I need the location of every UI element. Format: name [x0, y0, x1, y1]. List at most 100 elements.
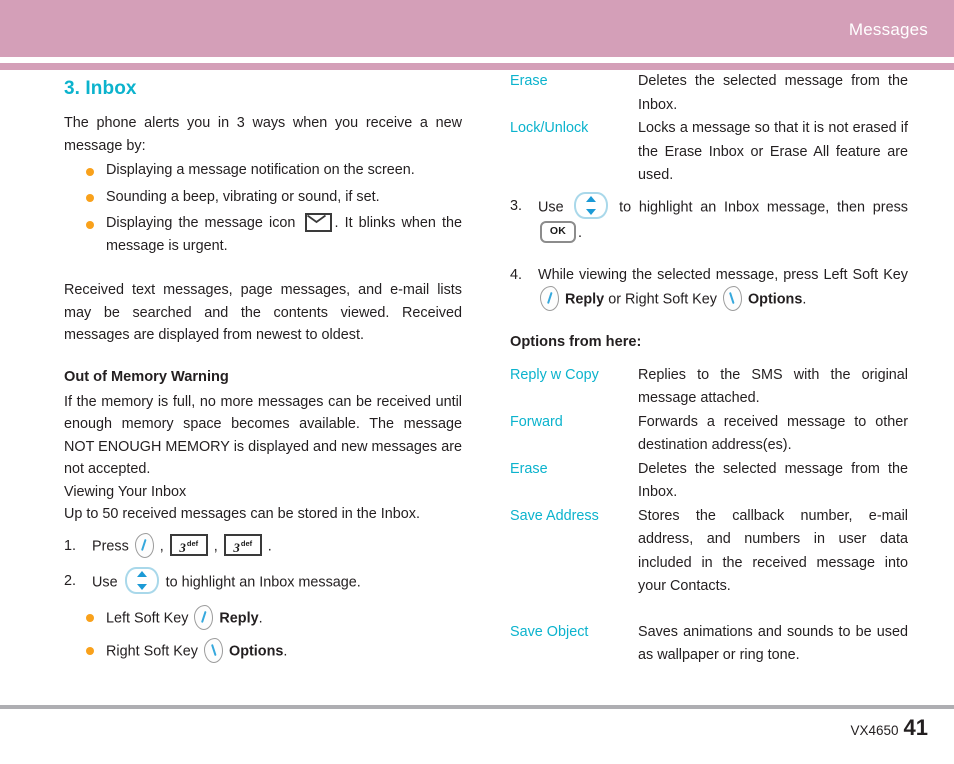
soft-key-left-icon [134, 532, 154, 558]
step-comma: , [213, 537, 218, 554]
bullet-text: Displaying a message notification on the… [106, 162, 415, 178]
page-header-band [0, 0, 954, 57]
envelope-flap-shape [306, 214, 326, 223]
key-letters: def [240, 539, 253, 548]
step-text-mid: or Right Soft Key [608, 290, 717, 307]
step-4: 4. While viewing the selected message, p… [510, 263, 908, 312]
step-2: 2. Use to highlight an Inbox message. [64, 566, 462, 596]
key-digit: 3 [179, 539, 186, 555]
soft-key-left-icon [194, 604, 214, 630]
soft-key-mark [141, 538, 148, 552]
definition-row: Reply w Copy Replies to the SMS with the… [510, 364, 908, 411]
bullet-text-before-icon: Displaying the message icon [106, 215, 296, 231]
ok-key-label: OK [549, 224, 567, 237]
soft-key-mark [200, 610, 207, 624]
soft-key-mark [729, 291, 736, 305]
out-of-memory-paragraph: If the memory is full, no more messages … [64, 393, 462, 478]
step-1: 1. Press , 3def , 3def . [64, 532, 462, 559]
option-term: Lock/Unlock [510, 120, 589, 136]
bullet-dot-icon [86, 647, 94, 655]
soft-key-mark [546, 291, 553, 305]
key-digit: 3 [233, 539, 240, 555]
option-description: Deletes the selected message from the In… [638, 73, 908, 113]
header-accent-rule [0, 63, 954, 70]
list-item: Sounding a beep, vibrating or sound, if … [64, 186, 462, 209]
option-description: Forwards a received message to other des… [638, 413, 908, 454]
step-text-before: Use [92, 573, 118, 590]
option-term: Save Object [510, 623, 589, 640]
options-definition-list: Reply w Copy Replies to the SMS with the… [510, 364, 908, 668]
option-term: Erase [510, 460, 548, 477]
left-column: 3. Inbox The phone alerts you in 3 ways … [64, 70, 462, 668]
option-term: Save Address [510, 507, 599, 524]
device-model: VX4650 [850, 723, 899, 738]
page-header-title: Messages [848, 20, 928, 39]
option-term: Forward [510, 413, 563, 430]
list-item: Displaying a message notification on the… [64, 159, 462, 182]
right-column: Erase Deletes the selected message from … [510, 70, 908, 668]
soft-key-left-icon [540, 285, 559, 311]
bullet-dot-icon [86, 614, 94, 622]
option-description: Saves animations and sounds to be used a… [638, 623, 908, 664]
soft-key-action-right: Options [747, 290, 803, 307]
soft-key-right-icon [722, 285, 742, 311]
step-number: 2. [64, 572, 77, 589]
step-text-after: . [578, 224, 582, 241]
soft-key-label: Right Soft Key [106, 642, 198, 659]
soft-key-action-left: Reply [565, 290, 605, 307]
step-comma: , [159, 537, 164, 554]
definition-row: Erase Deletes the selected message from … [510, 458, 908, 505]
top-options-definition-list: Erase Deletes the selected message from … [510, 70, 908, 188]
out-of-memory-subheading: Out of Memory Warning [64, 368, 229, 385]
received-messages-paragraph: Received text messages, page messages, a… [64, 282, 462, 343]
list-item: Left Soft Key Reply. [64, 604, 462, 631]
options-from-here-subheading: Options from here: [510, 333, 642, 350]
bullet-dot-icon [86, 194, 94, 202]
bullet-dot-icon [86, 220, 94, 229]
key-3-def-icon: 3def [223, 534, 262, 556]
key-3-def-icon: 3def [169, 534, 208, 556]
step-text-after: to highlight an Inbox message. [165, 573, 361, 590]
nav-up-down-icon [124, 566, 159, 594]
key-letters: def [186, 539, 199, 548]
nav-down-arrow-icon [136, 583, 147, 590]
page-body: 3. Inbox The phone alerts you in 3 ways … [0, 70, 954, 704]
soft-key-label: Left Soft Key [106, 609, 189, 626]
footer-rule [0, 705, 954, 709]
list-item: Displaying the message icon . It blinks … [64, 212, 462, 257]
step-number: 3. [510, 197, 523, 214]
soft-key-right-icon [204, 637, 223, 663]
option-description: Locks a message so that it is not erased… [638, 120, 908, 183]
step-text-before: Use [538, 198, 564, 215]
soft-key-action: Reply [219, 609, 259, 626]
soft-key-bullet-list: Left Soft Key Reply. Right Soft Key Opti… [64, 604, 462, 664]
nav-down-arrow-icon [586, 208, 597, 215]
intro-paragraph: The phone alerts you in 3 ways when you … [64, 115, 462, 154]
definition-row: Save Address Stores the callback number,… [510, 505, 908, 599]
definition-row: Forward Forwards a received message to o… [510, 411, 908, 458]
step-text-after: . [802, 290, 807, 307]
nav-up-down-icon [574, 191, 609, 219]
step-text-after: . [267, 537, 272, 554]
inbox-capacity-line: Up to 50 received messages can be stored… [64, 506, 420, 522]
definition-row: Erase Deletes the selected message from … [510, 70, 908, 117]
step-3: 3. Use to highlight an Inbox message, th… [510, 191, 908, 245]
nav-up-arrow-icon [136, 570, 147, 577]
option-description: Deletes the selected message from the In… [638, 460, 908, 501]
definition-row: Lock/Unlock Locks a message so that it i… [510, 117, 908, 188]
section-title: 3. Inbox [64, 78, 137, 99]
ok-key-icon: OK [540, 220, 576, 243]
step-number: 1. [64, 537, 77, 554]
period: . [258, 609, 263, 626]
option-term: Erase [510, 73, 548, 89]
option-description: Replies to the SMS with the original mes… [638, 366, 908, 407]
option-description: Stores the callback number, e-mail addre… [638, 507, 908, 595]
definition-row: Save Object Saves animations and sounds … [510, 621, 908, 668]
step-text-before: Press [92, 537, 129, 554]
period: . [283, 642, 288, 659]
envelope-icon [304, 212, 332, 232]
step-text-mid: to highlight an Inbox message, then pres… [619, 198, 908, 215]
nav-up-arrow-icon [586, 195, 597, 202]
alert-bullet-list: Displaying a message notification on the… [64, 159, 462, 257]
soft-key-action: Options [229, 642, 284, 659]
